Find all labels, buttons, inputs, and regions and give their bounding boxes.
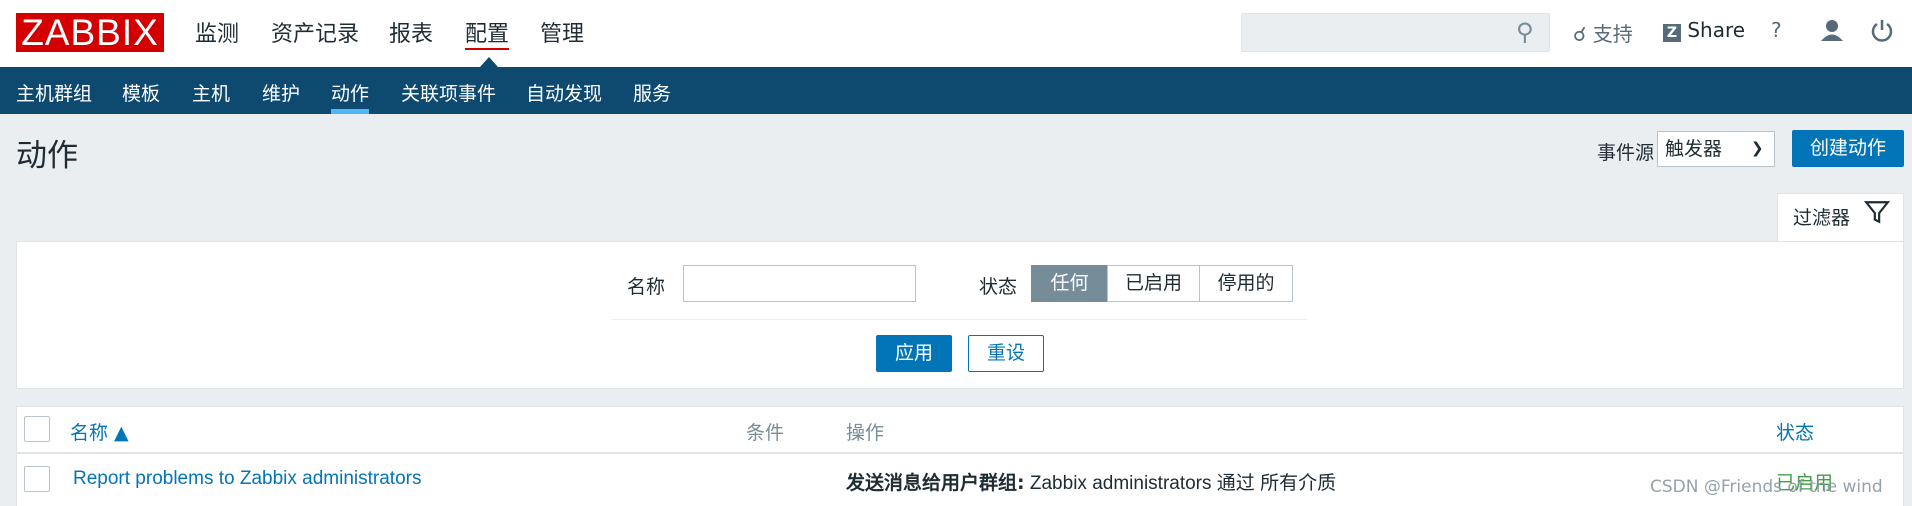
- power-icon[interactable]: [1870, 18, 1894, 42]
- event-source-label: 事件源: [1597, 142, 1655, 164]
- watermark: CSDN @Friends of the wind: [1650, 477, 1883, 497]
- menu-inventory[interactable]: 资产记录: [271, 16, 359, 48]
- subnav-discovery[interactable]: 自动发现: [526, 79, 602, 106]
- filter-divider: [612, 319, 1307, 320]
- chevron-down-icon: ❯: [1751, 139, 1764, 157]
- row-checkbox[interactable]: [24, 466, 50, 492]
- column-header-operations: 操作: [846, 422, 885, 444]
- status-disabled-option[interactable]: 停用的: [1199, 265, 1293, 302]
- subnav-host-groups[interactable]: 主机群组: [16, 79, 92, 106]
- select-all-checkbox[interactable]: [24, 416, 50, 442]
- name-input[interactable]: [683, 265, 916, 302]
- subnav-hosts[interactable]: 主机: [192, 79, 230, 106]
- menu-monitoring[interactable]: 监测: [195, 16, 239, 48]
- menu-configuration[interactable]: 配置: [465, 16, 510, 50]
- status-enabled-option[interactable]: 已启用: [1107, 265, 1200, 302]
- page-title: 动作: [16, 138, 78, 174]
- reset-button[interactable]: 重设: [968, 335, 1044, 372]
- column-header-name[interactable]: 名称 ▲: [70, 418, 129, 445]
- create-action-button[interactable]: 创建动作: [1792, 130, 1904, 167]
- status-label: 状态: [979, 276, 1018, 298]
- search-icon[interactable]: ⚲: [1516, 18, 1534, 46]
- operation-detail: Zabbix administrators 通过 所有介质: [1024, 473, 1337, 494]
- share-label: Share: [1687, 18, 1746, 42]
- operation-type: 发送消息给用户群组:: [846, 472, 1025, 494]
- header-divider: [16, 452, 1904, 454]
- subnav-services[interactable]: 服务: [633, 79, 671, 106]
- share-icon: Z: [1663, 24, 1681, 42]
- search-input[interactable]: [1241, 13, 1550, 52]
- support-link[interactable]: ☌ 支持: [1573, 18, 1633, 47]
- column-header-conditions: 条件: [746, 422, 785, 444]
- subnav-event-correlation[interactable]: 关联项事件: [401, 79, 496, 106]
- user-icon[interactable]: [1820, 18, 1844, 42]
- help-button[interactable]: ?: [1771, 18, 1782, 42]
- funnel-icon[interactable]: [1864, 199, 1890, 225]
- support-label: 支持: [1592, 22, 1633, 46]
- action-name-link[interactable]: Report problems to Zabbix administrators: [73, 468, 421, 490]
- subnav-templates[interactable]: 模板: [122, 79, 160, 106]
- filter-panel: [16, 241, 1904, 389]
- zabbix-logo[interactable]: ZABBIX: [16, 13, 164, 53]
- subnav-actions[interactable]: 动作: [331, 79, 370, 114]
- menu-administration[interactable]: 管理: [540, 16, 584, 48]
- column-header-status[interactable]: 状态: [1776, 418, 1814, 445]
- share-link[interactable]: Z Share: [1663, 18, 1745, 42]
- name-label: 名称: [627, 276, 666, 298]
- action-operation: 发送消息给用户群组: Zabbix administrators 通过 所有介质: [846, 468, 1336, 495]
- headset-icon: ☌: [1573, 22, 1587, 46]
- menu-reports[interactable]: 报表: [389, 16, 433, 48]
- subnav-maintenance[interactable]: 维护: [262, 79, 300, 106]
- active-menu-caret: [480, 57, 498, 67]
- apply-button[interactable]: 应用: [876, 335, 952, 372]
- filter-tab-label: 过滤器: [1793, 207, 1851, 229]
- status-any-option[interactable]: 任何: [1031, 265, 1108, 302]
